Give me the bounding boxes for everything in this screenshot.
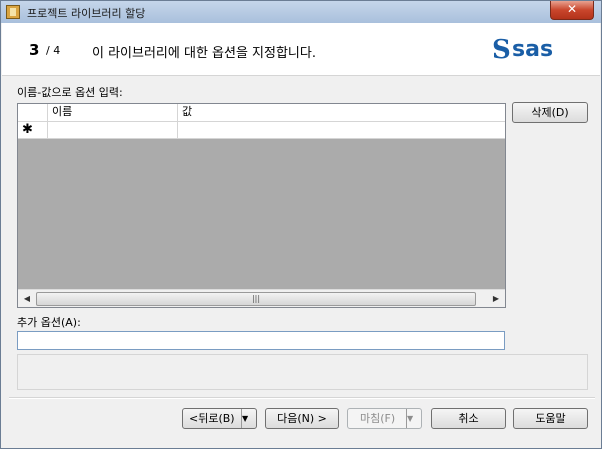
help-button[interactable]: 도움말: [513, 408, 588, 429]
horizontal-scrollbar[interactable]: ◀ ||| ▶: [18, 289, 505, 307]
row-header-corner: [18, 104, 48, 121]
row-selector[interactable]: ✱: [18, 122, 48, 138]
scroll-left-icon[interactable]: ◀: [20, 292, 34, 305]
cell-value[interactable]: [178, 122, 505, 138]
sas-logo: S sas: [492, 35, 564, 65]
back-dropdown-icon[interactable]: ▼: [241, 409, 256, 428]
delete-button[interactable]: 삭제(D): [512, 102, 588, 123]
scroll-thumb[interactable]: |||: [36, 292, 476, 306]
column-header-name[interactable]: 이름: [48, 104, 178, 121]
column-header-value[interactable]: 값: [178, 104, 505, 121]
header-instruction: 이 라이브러리에 대한 옵션을 지정합니다.: [92, 46, 316, 61]
dialog-window: 프로젝트 라이브러리 할당 ✕ 3 / 4 이 라이브러리에 대한 옵션을 지정…: [0, 0, 602, 449]
sas-logo-text: sas: [512, 37, 554, 62]
wizard-header: 3 / 4 이 라이브러리에 대한 옵션을 지정합니다. S sas: [2, 23, 600, 76]
cancel-button[interactable]: 취소: [431, 408, 506, 429]
scroll-right-icon[interactable]: ▶: [489, 292, 503, 305]
back-button[interactable]: <뒤로(B) ▼: [182, 408, 257, 429]
new-row[interactable]: ✱: [18, 122, 505, 139]
next-button[interactable]: 다음(N) >: [265, 408, 339, 429]
additional-options-input[interactable]: [17, 331, 505, 350]
footer-separator: [9, 397, 595, 399]
sas-logo-icon: S: [492, 35, 511, 65]
finish-button: 마침(F) ▼: [347, 408, 422, 429]
additional-options-label: 추가 옵션(A):: [17, 316, 81, 329]
cell-name[interactable]: [48, 122, 178, 138]
message-area: [17, 354, 588, 390]
title-bar[interactable]: 프로젝트 라이브러리 할당 ✕: [1, 1, 601, 23]
options-label: 이름-값으로 옵션 입력:: [17, 86, 123, 99]
step-total: / 4: [46, 44, 61, 57]
step-current: 3: [29, 41, 40, 59]
close-button[interactable]: ✕: [550, 1, 594, 20]
new-row-marker-icon: ✱: [22, 122, 33, 137]
back-button-label: <뒤로(B): [189, 412, 235, 425]
options-grid[interactable]: 이름 값 ✱ ◀ ||| ▶: [17, 103, 506, 308]
grid-header: 이름 값: [18, 104, 505, 122]
app-icon: [6, 5, 20, 19]
finish-button-label: 마침(F): [360, 412, 396, 425]
window-title: 프로젝트 라이브러리 할당: [27, 7, 146, 20]
finish-dropdown-icon: ▼: [406, 409, 421, 428]
